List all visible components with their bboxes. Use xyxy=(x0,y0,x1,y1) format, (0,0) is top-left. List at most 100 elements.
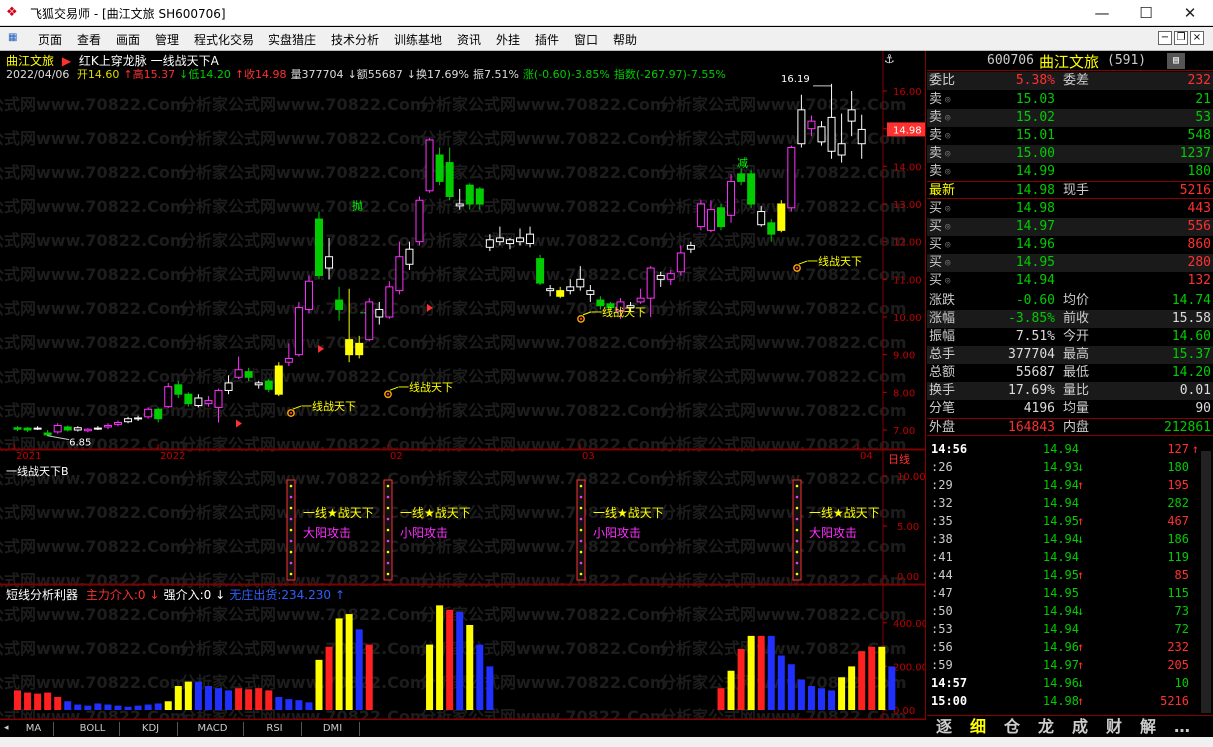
panel-tab[interactable]: 细 xyxy=(963,717,993,737)
tick-row[interactable]: :26 14.93 ↓ 180 xyxy=(927,458,1213,476)
candle-body xyxy=(757,211,766,226)
candle-body xyxy=(686,244,695,250)
tab-boll[interactable]: BOLL xyxy=(66,722,120,736)
signal-dot-icon xyxy=(289,411,293,415)
tab-dmi[interactable]: DMI xyxy=(306,722,360,736)
menu-manage[interactable]: 管理 xyxy=(155,31,179,48)
menu-tech-analysis[interactable]: 技术分析 xyxy=(331,31,379,48)
candle-body xyxy=(656,275,665,280)
panel-tab[interactable]: 龙 xyxy=(1031,717,1061,737)
signal-pointer xyxy=(582,311,592,316)
menu-plugin-ext[interactable]: 外挂 xyxy=(496,31,520,48)
menu-screen[interactable]: 画面 xyxy=(116,31,140,48)
tab-ma[interactable]: MA xyxy=(14,722,54,736)
tick-row[interactable]: :32 14.94 282 xyxy=(927,494,1213,512)
period-label[interactable]: 日线 xyxy=(888,451,910,467)
sub2-bar xyxy=(727,670,735,710)
panel-menu-icon[interactable]: ▤ xyxy=(1167,53,1185,69)
tick-price: 14.94 xyxy=(1042,478,1079,492)
tick-price: 14.94 xyxy=(1042,496,1079,510)
tick-row[interactable]: :35 14.95 ↑ 467 xyxy=(927,512,1213,530)
tab-kdj[interactable]: KDJ xyxy=(124,722,178,736)
tick-price: 14.96 xyxy=(1042,676,1079,690)
candle-body xyxy=(767,222,776,235)
candle-body xyxy=(425,139,434,192)
chart-area[interactable]: 分析家公式网www.70822.Com分析家公式网www.70822.Com分析… xyxy=(0,51,926,726)
tick-row[interactable]: :59 14.97 ↑ 205 xyxy=(927,656,1213,674)
tick-row[interactable]: :29 14.94 ↑ 195 xyxy=(927,476,1213,494)
sub2-bar xyxy=(104,704,112,710)
tick-row[interactable]: :41 14.94 119 xyxy=(927,548,1213,566)
tab-scroll-icon[interactable]: ◂ xyxy=(4,723,9,733)
menu-real-hunt[interactable]: 实盘猎庄 xyxy=(268,31,316,48)
quote-value: 377704 xyxy=(1008,347,1055,362)
sub1-bar-dot xyxy=(386,517,390,521)
menu-view[interactable]: 查看 xyxy=(77,31,101,48)
candle-body xyxy=(717,207,725,228)
menu-window[interactable]: 窗口 xyxy=(574,31,598,48)
maximize-button[interactable]: ☐ xyxy=(1124,0,1168,26)
panel-tab[interactable]: 逐 xyxy=(929,717,959,737)
close-button[interactable]: ✕ xyxy=(1168,0,1212,26)
tick-arrow-icon: ↑ xyxy=(1077,694,1085,708)
menu-help[interactable]: 帮助 xyxy=(613,31,637,48)
restore-close-button[interactable]: × xyxy=(1190,31,1204,45)
tick-row[interactable]: 15:00 14.98 ↑ 5216 xyxy=(927,692,1213,710)
tick-row[interactable]: :53 14.94 72 xyxy=(927,620,1213,638)
sub1-bar-dot xyxy=(579,572,583,576)
quote-value-2: 21 xyxy=(1195,92,1211,107)
candle-body xyxy=(33,427,42,430)
candle-body xyxy=(254,382,263,386)
panel-tab[interactable]: 成 xyxy=(1065,717,1095,737)
tick-row[interactable]: :56 14.96 ↑ 232 xyxy=(927,638,1213,656)
panel-tab[interactable]: 解 xyxy=(1133,717,1163,737)
tick-scrollbar[interactable] xyxy=(1201,451,1211,713)
sub2-bar xyxy=(848,666,856,710)
tick-row[interactable]: :47 14.95 115 xyxy=(927,584,1213,602)
buy-triangle-marker xyxy=(236,419,242,428)
quote-value-2: 14.20 xyxy=(1171,365,1211,380)
restore-max-button[interactable]: ❐ xyxy=(1174,31,1188,45)
tick-row[interactable]: :44 14.95 ↑ 85 xyxy=(927,566,1213,584)
menu-page[interactable]: 页面 xyxy=(38,31,62,48)
candle-body xyxy=(847,109,856,122)
minimize-button[interactable]: — xyxy=(1080,0,1124,26)
candle-body xyxy=(395,256,404,292)
sub2-tick-label: 0.00 xyxy=(893,706,915,717)
panel-tab-bar: 逐细仓龙成财解… xyxy=(927,715,1213,737)
tick-row[interactable]: 14:56 14.94 127 ↑ xyxy=(927,440,1213,458)
status-bar xyxy=(0,737,1213,747)
tick-volume: 10 xyxy=(1174,676,1189,690)
signal-dot-icon xyxy=(795,266,799,270)
tick-row[interactable]: 14:57 14.96 ↓ 10 xyxy=(927,674,1213,692)
tab-rsi[interactable]: RSI xyxy=(248,722,302,736)
order-level-icon: ◎ xyxy=(945,240,951,250)
tick-arrow-icon: ↑ xyxy=(1077,640,1085,654)
menu-plugin[interactable]: 插件 xyxy=(535,31,559,48)
tick-volume: 73 xyxy=(1174,604,1189,618)
tick-price: 14.94 xyxy=(1042,532,1079,546)
restore-min-button[interactable]: − xyxy=(1158,31,1172,45)
panel-tab[interactable]: … xyxy=(1167,717,1197,737)
menu-icon[interactable]: ▦ xyxy=(8,32,17,43)
menu-news[interactable]: 资讯 xyxy=(457,31,481,48)
tick-row[interactable]: :38 14.94 ↓ 186 xyxy=(927,530,1213,548)
sub2-legend-item: ↑ xyxy=(335,588,346,602)
quote-value-2: 5216 xyxy=(1179,183,1211,198)
quote-label: 卖 xyxy=(929,164,943,179)
tab-macd[interactable]: MACD xyxy=(182,722,244,736)
tick-row[interactable]: :50 14.94 ↓ 73 xyxy=(927,602,1213,620)
tick-time: :44 xyxy=(931,568,953,582)
menu-training[interactable]: 训练基地 xyxy=(394,31,442,48)
sub1-bar-dot xyxy=(579,495,583,499)
anchor-icon: ⚓ xyxy=(884,52,895,66)
quote-value: -0.60 xyxy=(1015,293,1055,308)
menu-program-trade[interactable]: 程式化交易 xyxy=(194,31,254,48)
panel-stock-name: 曲江文旅 xyxy=(1039,53,1100,71)
panel-tab[interactable]: 仓 xyxy=(997,717,1027,737)
stat-row: 总额 55687 最低 14.20 xyxy=(927,364,1213,382)
panel-tab[interactable]: 财 xyxy=(1099,717,1129,737)
tick-volume: 115 xyxy=(1167,586,1189,600)
sub2-bar xyxy=(74,704,82,710)
current-price-label: 14.98 xyxy=(893,125,922,136)
